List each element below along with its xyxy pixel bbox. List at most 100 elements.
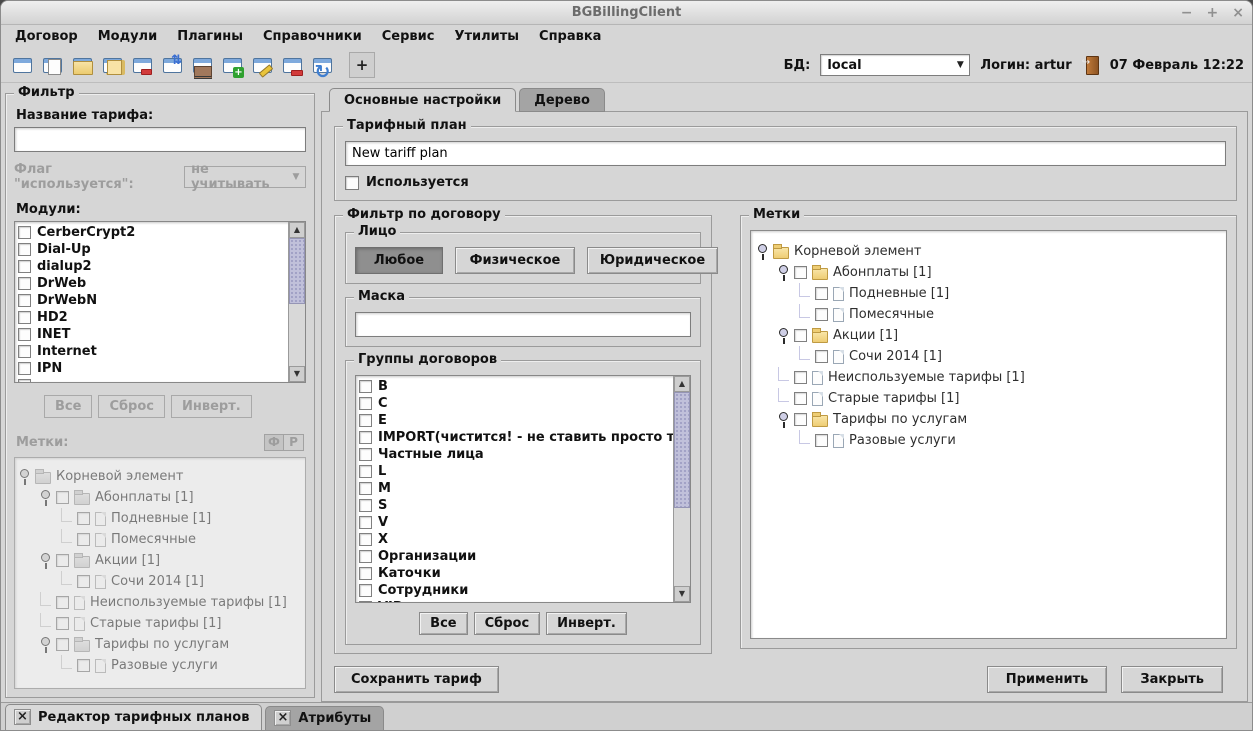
tree-checkbox-icon[interactable] — [815, 434, 828, 447]
delete-document-icon[interactable] — [129, 52, 155, 78]
tree-checkbox-icon[interactable] — [56, 491, 69, 504]
tree-checkbox-icon[interactable] — [794, 392, 807, 405]
scroll-down-icon[interactable]: ▼ — [289, 366, 305, 382]
scroll-up-icon[interactable]: ▲ — [289, 222, 305, 238]
person-toggle-button[interactable]: Любое — [355, 247, 443, 274]
tree-node[interactable]: Помесячные — [757, 304, 1220, 325]
tree-node[interactable]: Корневой элемент — [19, 466, 301, 487]
group-list-item[interactable]: IMPORT(чистится! - не ставить просто так… — [359, 429, 673, 446]
tree-checkbox-icon[interactable] — [794, 266, 807, 279]
open-folder-icon[interactable] — [69, 52, 95, 78]
tree-node[interactable]: Абонплаты [1] — [757, 262, 1220, 283]
module-list-item[interactable]: Dial-Up — [18, 241, 288, 258]
checkbox-icon[interactable] — [359, 499, 372, 512]
expand-handle-icon[interactable] — [40, 636, 51, 653]
group-list-item[interactable]: V — [359, 514, 673, 531]
checkbox-icon[interactable] — [359, 533, 372, 546]
add-window-icon[interactable] — [219, 52, 245, 78]
tree-node[interactable]: Старые тарифы [1] — [757, 388, 1220, 409]
logout-door-icon[interactable] — [1082, 55, 1100, 75]
delete-window-icon[interactable] — [279, 52, 305, 78]
tree-checkbox-icon[interactable] — [794, 413, 807, 426]
db-select[interactable]: local ▼ — [820, 54, 970, 76]
group-list-item[interactable]: VIP-клиенты — [359, 599, 673, 602]
bottom-tab[interactable]: Атрибуты — [265, 706, 384, 730]
expand-handle-icon[interactable] — [40, 552, 51, 569]
checkbox-icon[interactable] — [18, 243, 31, 256]
refresh-icon[interactable] — [309, 52, 335, 78]
checkbox-icon[interactable] — [359, 380, 372, 393]
documents-folder-icon[interactable] — [99, 52, 125, 78]
module-list-item[interactable]: CerberCrypt2 — [18, 224, 288, 241]
group-list-item[interactable]: L — [359, 463, 673, 480]
add-toolbar-button[interactable]: + — [349, 52, 375, 78]
group-list-item[interactable]: Каточки — [359, 565, 673, 582]
expand-handle-icon[interactable] — [19, 468, 30, 485]
close-tab-icon[interactable] — [14, 709, 31, 725]
tree-node[interactable]: Абонплаты [1] — [19, 487, 301, 508]
checkbox-icon[interactable] — [359, 414, 372, 427]
save-tariff-button[interactable]: Сохранить тариф — [334, 666, 499, 693]
tree-checkbox-icon[interactable] — [77, 533, 90, 546]
checkbox-icon[interactable] — [359, 601, 372, 602]
group-list-item[interactable]: S — [359, 497, 673, 514]
tree-checkbox-icon[interactable] — [794, 371, 807, 384]
groups-scrollbar[interactable]: ▲ ▼ — [673, 376, 690, 602]
tree-checkbox-icon[interactable] — [56, 617, 69, 630]
checkbox-icon[interactable] — [18, 277, 31, 290]
apply-button[interactable]: Применить — [987, 666, 1108, 693]
tab[interactable]: Дерево — [519, 88, 605, 112]
scrollbar-thumb[interactable] — [674, 392, 690, 508]
checkbox-icon[interactable] — [18, 379, 31, 382]
close-tab-icon[interactable] — [274, 710, 291, 726]
invert-button[interactable]: Инверт. — [171, 395, 252, 418]
menu-item[interactable]: Справочники — [253, 27, 372, 46]
tree-node[interactable]: Подневные [1] — [757, 283, 1220, 304]
group-list-item[interactable]: Частные лица — [359, 446, 673, 463]
checkbox-icon[interactable] — [359, 482, 372, 495]
group-list-item[interactable]: C — [359, 395, 673, 412]
close-button[interactable]: Закрыть — [1121, 666, 1223, 693]
checkbox-icon[interactable] — [359, 567, 372, 580]
used-flag-select[interactable]: не учитывать ▼ — [184, 166, 306, 188]
person-toggle-button[interactable]: Физическое — [455, 247, 575, 274]
tab[interactable]: Основные настройки — [329, 88, 516, 112]
scroll-up-icon[interactable]: ▲ — [674, 376, 690, 392]
menu-item[interactable]: Утилиты — [444, 27, 529, 46]
module-list-item[interactable]: IPN — [18, 360, 288, 377]
tree-node[interactable]: Неиспользуемые тарифы [1] — [19, 592, 301, 613]
expand-handle-icon[interactable] — [40, 489, 51, 506]
module-list-item[interactable] — [18, 377, 288, 382]
expand-handle-icon[interactable] — [757, 243, 768, 260]
tree-checkbox-icon[interactable] — [77, 659, 90, 672]
tree-node[interactable]: Разовые услуги — [19, 655, 301, 676]
tree-checkbox-icon[interactable] — [815, 308, 828, 321]
module-list-item[interactable]: Internet — [18, 343, 288, 360]
scrollbar-thumb[interactable] — [289, 238, 305, 304]
menu-item[interactable]: Сервис — [372, 27, 445, 46]
tree-node[interactable]: Разовые услуги — [757, 430, 1220, 451]
group-list-item[interactable]: B — [359, 378, 673, 395]
group-list-item[interactable]: X — [359, 531, 673, 548]
tree-checkbox-icon[interactable] — [77, 575, 90, 588]
tree-checkbox-icon[interactable] — [815, 350, 828, 363]
tree-node[interactable]: Сочи 2014 [1] — [757, 346, 1220, 367]
tree-node[interactable]: Подневные [1] — [19, 508, 301, 529]
reset-button[interactable]: Сброс — [474, 612, 541, 635]
checkbox-icon[interactable] — [18, 311, 31, 324]
tree-checkbox-icon[interactable] — [815, 287, 828, 300]
expand-handle-icon[interactable] — [778, 327, 789, 344]
module-list-item[interactable]: DrWeb — [18, 275, 288, 292]
tariff-plan-name-input[interactable] — [345, 141, 1226, 166]
checkbox-icon[interactable] — [345, 176, 359, 190]
select-all-button[interactable]: Все — [419, 612, 467, 635]
person-toggle-button[interactable]: Юридическое — [587, 247, 718, 274]
maximize-icon[interactable]: + — [1207, 6, 1219, 20]
paste-document-icon[interactable] — [159, 52, 185, 78]
tree-checkbox-icon[interactable] — [77, 512, 90, 525]
checkbox-icon[interactable] — [18, 260, 31, 273]
expand-handle-icon[interactable] — [778, 411, 789, 428]
tree-checkbox-icon[interactable] — [794, 329, 807, 342]
checkbox-icon[interactable] — [18, 294, 31, 307]
scroll-down-icon[interactable]: ▼ — [674, 586, 690, 602]
